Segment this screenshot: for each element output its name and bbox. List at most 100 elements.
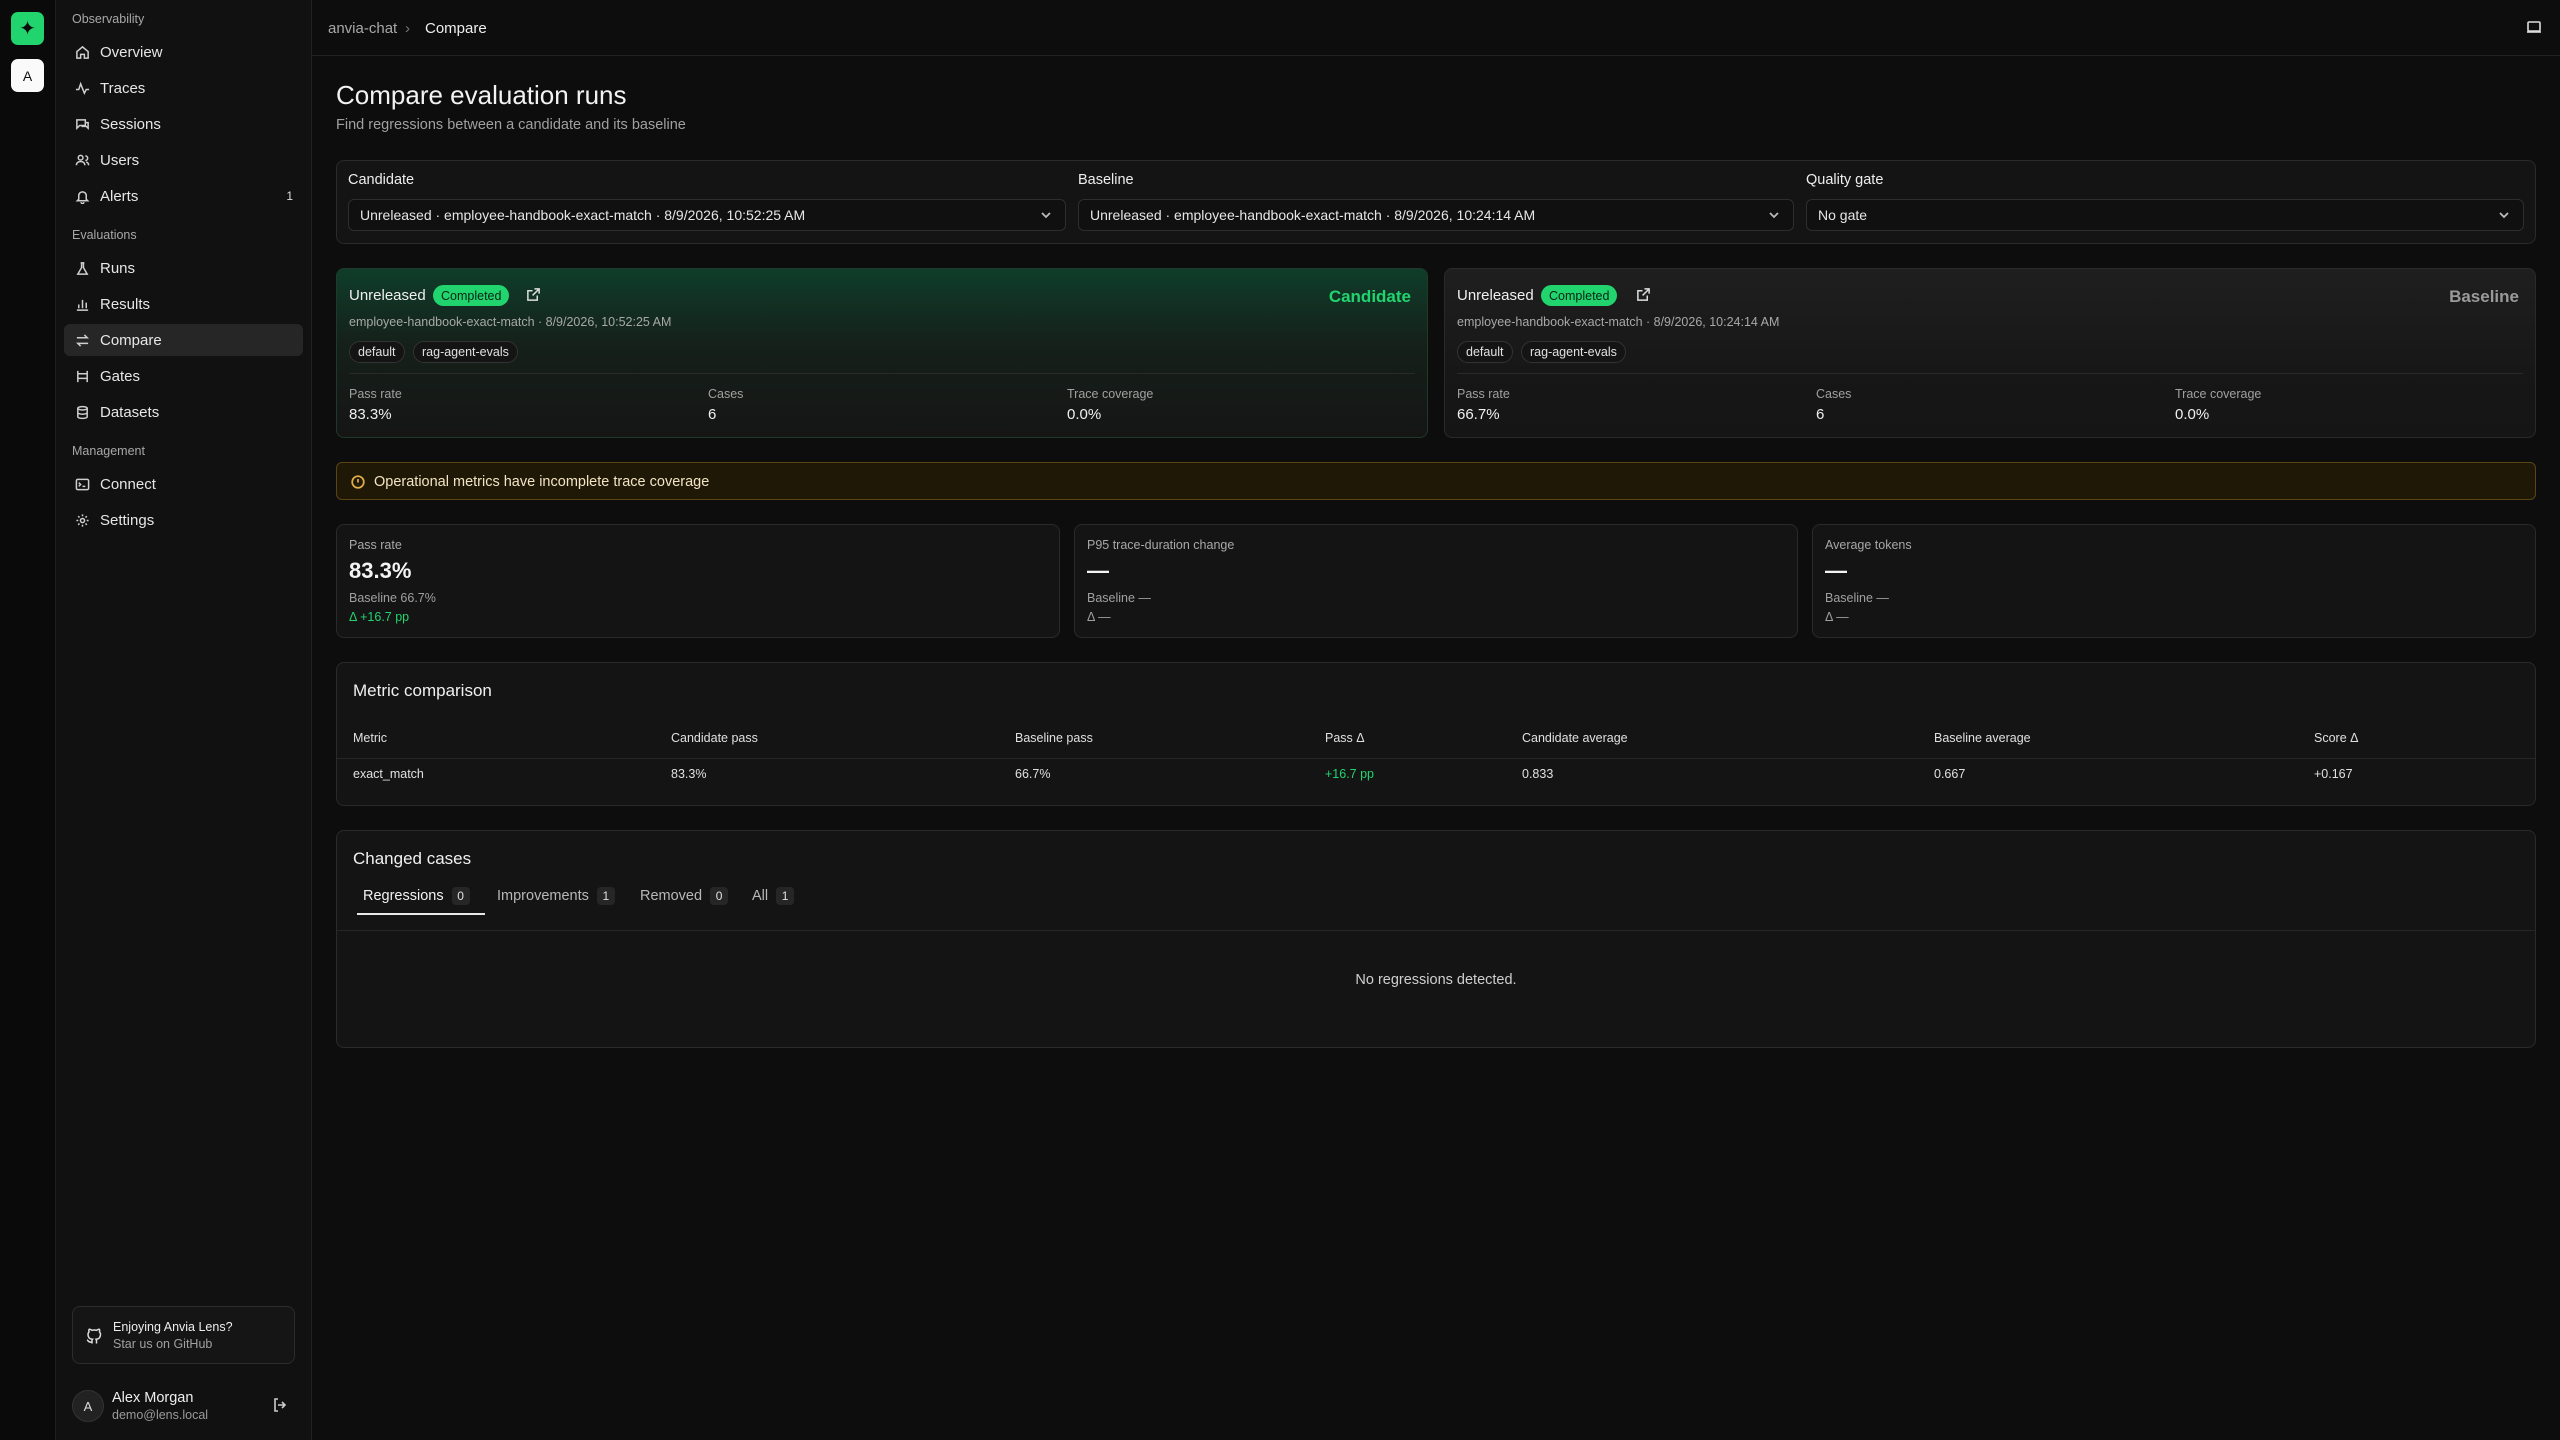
coverage-warning-banner: Operational metrics have incomplete trac…: [336, 462, 2536, 500]
tab-count: 0: [451, 887, 470, 905]
sidebar-item-traces[interactable]: Traces: [64, 72, 303, 104]
tab-removed[interactable]: Removed 0: [640, 883, 729, 909]
panel-toggle-icon[interactable]: [2526, 19, 2544, 37]
logout-icon[interactable]: [272, 1397, 290, 1415]
candidate-role-label: Candidate: [1328, 287, 1411, 306]
tab-count: 0: [710, 887, 729, 905]
app-logo[interactable]: ✦: [11, 12, 44, 45]
tab-regressions[interactable]: Regressions 0: [363, 883, 470, 909]
stat-label: Cases: [708, 387, 744, 401]
sidebar-item-label: Users: [100, 151, 140, 169]
kpi-baseline: Baseline —: [1825, 591, 1889, 605]
stat-label: Trace coverage: [2175, 387, 2262, 401]
table-cell: 66.7%: [1015, 767, 1051, 781]
kpi-label: Average tokens: [1825, 538, 1912, 552]
stat-label: Cases: [1816, 387, 1852, 401]
page-subtitle: Find regressions between a candidate and…: [336, 117, 686, 133]
alerts-count-badge: 1: [286, 189, 293, 203]
page-title: Compare evaluation runs: [336, 80, 627, 110]
tab-label: Improvements: [497, 888, 589, 904]
sidebar-item-sessions[interactable]: Sessions: [64, 108, 303, 140]
sidebar-item-results[interactable]: Results: [64, 288, 303, 320]
sidebar-item-compare[interactable]: Compare: [64, 324, 303, 356]
section-title: Changed cases: [353, 849, 472, 868]
sidebar-item-label: Compare: [100, 331, 162, 349]
sidebar-item-runs[interactable]: Runs: [64, 252, 303, 284]
tag-chip: rag-agent-evals: [1521, 341, 1626, 363]
sidebar-item-overview[interactable]: Overview: [64, 36, 303, 68]
main-content: anvia-chat › Compare Compare evaluation …: [312, 0, 2560, 1440]
empty-state-text: No regressions detected.: [1355, 972, 1517, 988]
candidate-run-card: Unreleased Completed Candidate employee-…: [336, 268, 1428, 438]
candidate-select[interactable]: Unreleased · employee-handbook-exact-mat…: [348, 199, 1066, 231]
avatar[interactable]: A: [72, 1390, 104, 1422]
baseline-role-label: Baseline: [2449, 287, 2519, 306]
kpi-card-pass-rate: Pass rate 83.3% Baseline 66.7% Δ +16.7 p…: [336, 524, 1060, 638]
kpi-delta: Δ —: [1825, 610, 1849, 624]
github-icon: [85, 1327, 103, 1345]
sidebar-item-connect[interactable]: Connect: [64, 468, 303, 500]
quality-gate-select[interactable]: No gate: [1806, 199, 2524, 231]
tab-improvements[interactable]: Improvements 1: [497, 883, 615, 909]
user-name: Alex Morgan: [112, 1390, 194, 1406]
chevron-down-icon: [2497, 208, 2511, 222]
breadcrumb-separator: ›: [405, 20, 410, 37]
sidebar-item-label: Overview: [100, 43, 163, 61]
warning-circle-icon: [351, 475, 365, 489]
sidebar-item-label: Settings: [100, 511, 155, 529]
sidebar-item-gates[interactable]: Gates: [64, 360, 303, 392]
quality-gate-label: Quality gate: [1806, 172, 1884, 188]
sidebar-item-label: Alerts: [100, 187, 139, 205]
database-icon: [74, 404, 90, 420]
divider: [349, 373, 1415, 374]
status-badge: Completed: [1541, 285, 1618, 306]
external-link-icon[interactable]: [1636, 287, 1652, 303]
stat-label: Pass rate: [349, 387, 402, 401]
stat-value: 83.3%: [349, 406, 392, 423]
baseline-select[interactable]: Unreleased · employee-handbook-exact-mat…: [1078, 199, 1794, 231]
breadcrumb-current: Compare: [425, 20, 487, 37]
breadcrumb-project[interactable]: anvia-chat: [328, 20, 397, 37]
kpi-delta: Δ +16.7 pp: [349, 610, 410, 624]
sidebar-item-label: Connect: [100, 475, 156, 493]
candidate-release-label: Unreleased: [349, 287, 426, 304]
promo-subtitle: Star us on GitHub: [113, 1337, 213, 1351]
kpi-baseline: Baseline —: [1087, 591, 1151, 605]
stat-value: 66.7%: [1457, 406, 1500, 423]
kpi-value: 83.3%: [349, 558, 412, 583]
candidate-run-meta: employee-handbook-exact-match · 8/9/2026…: [349, 315, 672, 329]
baseline-release-label: Unreleased: [1457, 287, 1534, 304]
section-title: Metric comparison: [353, 681, 492, 700]
nav-group-evaluations: Evaluations: [72, 228, 137, 242]
nav-group-observability: Observability: [72, 12, 145, 26]
tab-count: 1: [596, 887, 615, 905]
baseline-select-label: Baseline: [1078, 172, 1134, 188]
external-link-icon[interactable]: [526, 287, 542, 303]
sidebar-item-settings[interactable]: Settings: [64, 504, 303, 536]
sidebar-item-alerts[interactable]: Alerts 1: [64, 180, 303, 212]
compare-icon: [74, 332, 90, 348]
baseline-run-card: Unreleased Completed Baseline employee-h…: [1444, 268, 2536, 438]
table-cell: +0.167: [2314, 767, 2353, 781]
github-star-promo[interactable]: Enjoying Anvia Lens? Star us on GitHub: [72, 1306, 295, 1364]
bar-chart-icon: [74, 296, 90, 312]
workspace-switcher[interactable]: A: [11, 59, 44, 92]
tab-all[interactable]: All 1: [752, 883, 795, 909]
user-email: demo@lens.local: [112, 1408, 209, 1422]
sidebar-item-label: Traces: [100, 79, 146, 97]
kpi-delta: Δ —: [1087, 610, 1111, 624]
gear-icon: [74, 512, 90, 528]
sidebar-item-users[interactable]: Users: [64, 144, 303, 176]
stat-label: Pass rate: [1457, 387, 1510, 401]
chevron-down-icon: [1767, 208, 1781, 222]
tag-chip: rag-agent-evals: [413, 341, 518, 363]
kpi-value: —: [1825, 558, 1847, 583]
table-cell: +16.7 pp: [1325, 767, 1375, 781]
sidebar-item-datasets[interactable]: Datasets: [64, 396, 303, 428]
candidate-select-value: Unreleased · employee-handbook-exact-mat…: [360, 207, 806, 223]
column-header: Baseline pass: [1015, 731, 1093, 745]
column-header: Pass Δ: [1325, 731, 1365, 745]
home-icon: [74, 44, 90, 60]
kpi-value: —: [1087, 558, 1109, 583]
tab-label: Removed: [640, 888, 703, 904]
